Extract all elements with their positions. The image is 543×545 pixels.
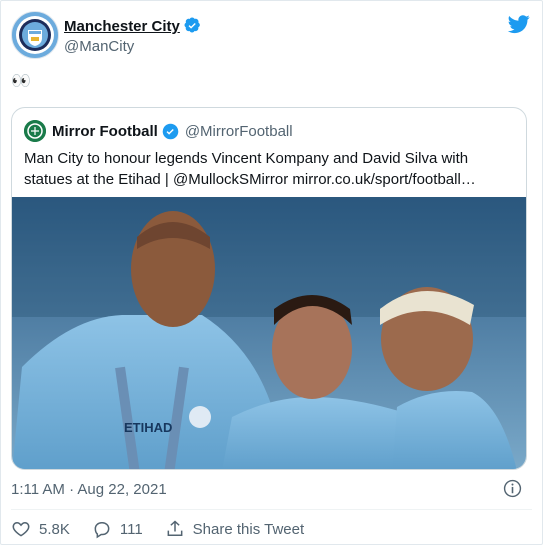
quoted-media-photo[interactable]: ETIHAD	[12, 197, 526, 469]
share-label: Share this Tweet	[192, 520, 305, 538]
verified-badge-icon	[184, 17, 200, 33]
tweet-header: Manchester City @ManCity	[11, 11, 531, 59]
avatar[interactable]	[11, 11, 59, 59]
tweet-text: 👀	[11, 73, 31, 90]
heart-icon	[12, 521, 30, 537]
club-crest-icon	[16, 16, 54, 54]
share-button[interactable]: Share this Tweet	[165, 519, 304, 539]
divider	[11, 509, 532, 510]
players-photo: ETIHAD	[12, 197, 526, 469]
twitter-bird-icon[interactable]	[507, 13, 531, 35]
like-count: 5.8K	[39, 520, 70, 538]
quoted-author-handle[interactable]: @MirrorFootball	[185, 123, 293, 140]
quoted-tweet-header: Mirror Football @MirrorFootball	[24, 120, 293, 142]
sponsor-text: ETIHAD	[124, 420, 172, 435]
author-name-text[interactable]: Manchester City	[64, 18, 180, 35]
author-handle[interactable]: @ManCity	[64, 38, 134, 55]
like-button[interactable]: 5.8K	[11, 519, 70, 539]
quoted-tweet[interactable]: Mirror Football @MirrorFootball Man City…	[11, 107, 527, 470]
tweet-actions: 5.8K 111 Share this Tweet	[11, 518, 326, 540]
author-name[interactable]: Manchester City	[64, 17, 201, 35]
info-icon[interactable]	[503, 479, 522, 498]
reply-icon	[94, 522, 110, 539]
verified-badge-icon	[162, 123, 179, 139]
quoted-tweet-text: Man City to honour legends Vincent Kompa…	[24, 150, 476, 188]
share-icon	[167, 520, 183, 536]
tweet-card: Manchester City @ManCity 👀 Mirror Footba…	[0, 0, 543, 545]
quoted-avatar[interactable]	[24, 120, 46, 142]
quoted-author-name[interactable]: Mirror Football	[52, 123, 158, 140]
tweet-timestamp[interactable]: 1:11 AM · Aug 22, 2021	[11, 481, 167, 498]
mirror-logo-icon	[24, 120, 46, 142]
reply-button[interactable]: 111	[92, 519, 143, 539]
reply-count: 111	[119, 520, 143, 538]
